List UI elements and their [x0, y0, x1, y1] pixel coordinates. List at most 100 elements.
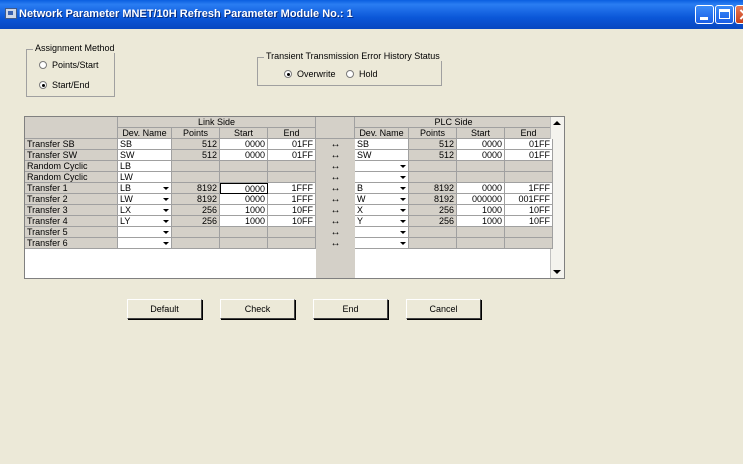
link-dev-cell[interactable]: LB: [118, 161, 172, 172]
chevron-down-icon[interactable]: [161, 184, 170, 193]
plc-dev-cell[interactable]: SB: [355, 139, 409, 150]
plc-dev-cell[interactable]: [355, 227, 409, 238]
chevron-down-icon[interactable]: [161, 228, 170, 237]
link-end-cell[interactable]: 1FFF: [268, 183, 316, 194]
link-start-cell[interactable]: 0000: [220, 150, 268, 161]
app-icon[interactable]: [5, 8, 17, 19]
minimize-icon[interactable]: [695, 5, 714, 24]
scroll-up-icon[interactable]: [553, 121, 561, 125]
plc-start-cell: [457, 227, 505, 238]
title-bar[interactable]: Network Parameter MNET/10H Refresh Param…: [0, 0, 743, 29]
plc-end-cell[interactable]: 10FF: [505, 205, 553, 216]
link-end-cell[interactable]: 01FF: [268, 150, 316, 161]
link-dev-cell[interactable]: LX: [118, 205, 172, 216]
link-dev-cell[interactable]: LB: [118, 183, 172, 194]
chevron-down-icon[interactable]: [398, 184, 407, 193]
plc-start-cell[interactable]: 0000: [457, 139, 505, 150]
chevron-down-icon[interactable]: [161, 239, 170, 248]
plc-dev-cell[interactable]: [355, 238, 409, 249]
link-end-cell[interactable]: 10FF: [268, 216, 316, 227]
plc-start-cell[interactable]: 000000: [457, 194, 505, 205]
plc-dev-cell[interactable]: SW: [355, 150, 409, 161]
link-start-cell[interactable]: 1000: [220, 216, 268, 227]
link-start-cell[interactable]: 0000: [220, 183, 268, 194]
radio-points-start[interactable]: Points/Start: [39, 60, 99, 70]
plc-end-cell[interactable]: 01FF: [505, 139, 553, 150]
chevron-down-icon[interactable]: [398, 206, 407, 215]
link-points-cell: [172, 227, 220, 238]
plc-end-cell[interactable]: 001FFF: [505, 194, 553, 205]
check-button[interactable]: Check: [220, 299, 295, 319]
link-end-cell[interactable]: 01FF: [268, 139, 316, 150]
plc-start-cell[interactable]: 1000: [457, 205, 505, 216]
radio-start-end-icon[interactable]: [39, 81, 47, 89]
plc-end-cell[interactable]: 1FFF: [505, 183, 553, 194]
plc-dev-cell[interactable]: Y: [355, 216, 409, 227]
end-button[interactable]: End: [313, 299, 388, 319]
link-dev-cell[interactable]: LY: [118, 216, 172, 227]
link-dev-cell[interactable]: LW: [118, 194, 172, 205]
plc-points-cell: 512: [409, 150, 457, 161]
chevron-down-icon[interactable]: [398, 217, 407, 226]
chevron-down-icon[interactable]: [161, 217, 170, 226]
radio-hold[interactable]: Hold: [346, 69, 378, 79]
link-start-cell[interactable]: 0000: [220, 194, 268, 205]
chevron-down-icon[interactable]: [398, 162, 407, 171]
radio-points-start-icon[interactable]: [39, 61, 47, 69]
plc-end-header: End: [505, 128, 553, 139]
radio-overwrite-icon[interactable]: [284, 70, 292, 78]
transfer-arrow-icon: ↔: [330, 238, 341, 249]
link-end-cell[interactable]: 1FFF: [268, 194, 316, 205]
link-side-header: Link Side: [118, 117, 316, 128]
plc-dev-cell[interactable]: B: [355, 183, 409, 194]
link-points-cell: 512: [172, 139, 220, 150]
link-start-cell[interactable]: 1000: [220, 205, 268, 216]
scroll-down-icon[interactable]: [553, 270, 561, 274]
row-label: Transfer SB: [25, 139, 118, 150]
chevron-down-icon[interactable]: [398, 228, 407, 237]
row-label: Transfer 1: [25, 183, 118, 194]
maximize-icon[interactable]: [715, 5, 734, 24]
plc-dev-cell[interactable]: X: [355, 205, 409, 216]
link-points-cell: [172, 238, 220, 249]
chevron-down-icon[interactable]: [398, 195, 407, 204]
row-label: Transfer 2: [25, 194, 118, 205]
row-label: Transfer 6: [25, 238, 118, 249]
plc-end-cell[interactable]: 10FF: [505, 216, 553, 227]
default-button[interactable]: Default: [127, 299, 202, 319]
plc-start-cell[interactable]: 0000: [457, 150, 505, 161]
plc-end-cell: [505, 161, 553, 172]
chevron-down-icon[interactable]: [161, 195, 170, 204]
chevron-down-icon[interactable]: [398, 239, 407, 248]
plc-dev-cell[interactable]: [355, 172, 409, 183]
link-start-cell: [220, 238, 268, 249]
link-dev-cell[interactable]: LW: [118, 172, 172, 183]
link-start-cell[interactable]: 0000: [220, 139, 268, 150]
radio-hold-icon[interactable]: [346, 70, 354, 78]
plc-start-cell[interactable]: 0000: [457, 183, 505, 194]
radio-overwrite[interactable]: Overwrite: [284, 69, 336, 79]
plc-end-cell[interactable]: 01FF: [505, 150, 553, 161]
refresh-parameter-table: Link Side PLC Side Dev. Name Points Star…: [24, 116, 565, 279]
close-icon[interactable]: [735, 5, 743, 24]
plc-points-cell: 256: [409, 216, 457, 227]
plc-dev-cell[interactable]: W: [355, 194, 409, 205]
plc-end-cell: [505, 227, 553, 238]
link-dev-cell[interactable]: [118, 238, 172, 249]
link-dev-cell[interactable]: SW: [118, 150, 172, 161]
radio-start-end[interactable]: Start/End: [39, 80, 90, 90]
chevron-down-icon[interactable]: [161, 206, 170, 215]
transfer-arrow-icon: ↔: [330, 161, 341, 172]
plc-start-cell[interactable]: 1000: [457, 216, 505, 227]
link-points-cell: 512: [172, 150, 220, 161]
cancel-button[interactable]: Cancel: [406, 299, 481, 319]
transient-history-group: Transient Transmission Error History Sta…: [257, 51, 442, 86]
link-end-cell[interactable]: 10FF: [268, 205, 316, 216]
chevron-down-icon[interactable]: [398, 173, 407, 182]
link-dev-cell[interactable]: [118, 227, 172, 238]
link-dev-cell[interactable]: SB: [118, 139, 172, 150]
plc-points-cell: [409, 172, 457, 183]
window-title: Network Parameter MNET/10H Refresh Param…: [19, 8, 353, 20]
link-dev-name-header: Dev. Name: [118, 128, 172, 139]
plc-dev-cell[interactable]: [355, 161, 409, 172]
